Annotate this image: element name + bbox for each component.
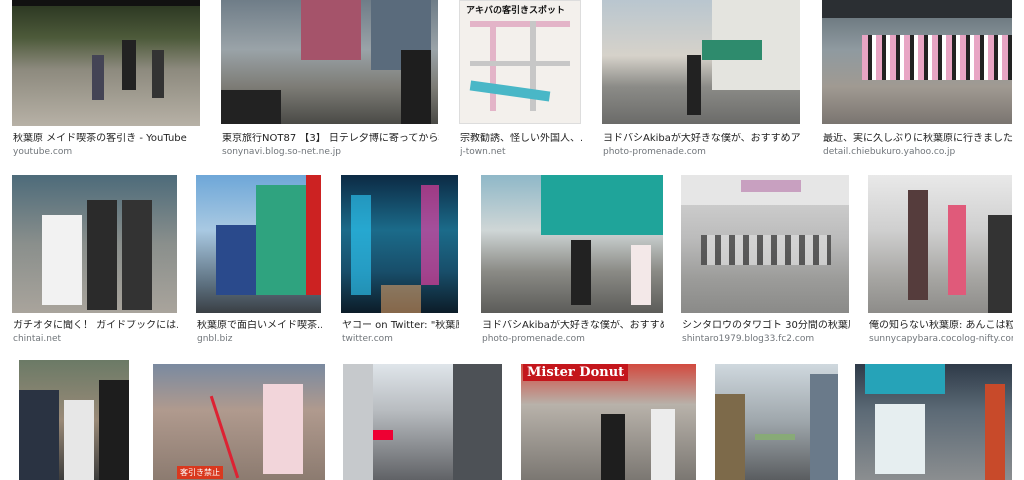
result-caption[interactable]: ガチオタに聞く！ ガイドブックには... (13, 320, 178, 332)
result-tile[interactable]: 最近、実に久しぶりに秋葉原に行きました。仕... detail.chiebuku… (822, 0, 1013, 160)
result-source: shintaro1979.blog33.fc2.com (682, 334, 815, 344)
result-thumbnail[interactable] (681, 175, 849, 313)
result-tile[interactable]: アキバの客引きスポット 宗教勧誘、怪しい外国人、... j-town.net (459, 0, 582, 160)
result-caption[interactable]: 秋葉原で面白いメイド喫茶... (197, 320, 322, 332)
result-thumbnail[interactable]: Mister Donut (521, 364, 696, 480)
result-caption[interactable]: 秋葉原 メイド喫茶の客引き - YouTube (13, 133, 201, 145)
result-tile[interactable]: ヤコー on Twitter: "秋葉原... twitter.com (341, 175, 459, 347)
result-tile[interactable]: Mister Donut (521, 364, 696, 480)
result-source: youtube.com (13, 147, 73, 157)
no-touting-sign: 客引き禁止 (177, 466, 223, 479)
result-thumbnail[interactable] (19, 360, 129, 480)
result-thumbnail[interactable] (12, 175, 177, 313)
result-tile[interactable] (715, 364, 838, 480)
result-tile[interactable] (343, 364, 502, 480)
result-thumbnail[interactable] (822, 0, 1012, 124)
result-tile[interactable] (855, 364, 1012, 480)
result-source: photo-promenade.com (603, 147, 706, 157)
result-thumbnail[interactable] (715, 364, 838, 480)
result-thumbnail[interactable] (855, 364, 1012, 480)
result-tile[interactable]: ヨドバシAkibaが大好きな僕が、おすすめ... photo-promenade… (481, 175, 664, 347)
result-tile[interactable] (19, 360, 129, 480)
result-thumbnail[interactable] (481, 175, 663, 313)
result-tile[interactable]: シンタロウのタワゴト 30分間の秋葉原... shintaro1979.blog… (681, 175, 850, 347)
result-thumbnail[interactable] (343, 364, 502, 480)
result-thumbnail[interactable]: アキバの客引きスポット (459, 0, 581, 124)
result-caption[interactable]: 宗教勧誘、怪しい外国人、... (460, 133, 582, 145)
result-source: sunnycapybara.cocolog-nifty.com (869, 334, 1013, 344)
result-tile[interactable]: 秋葉原 メイド喫茶の客引き - YouTube youtube.com (12, 0, 200, 160)
result-tile[interactable]: ガチオタに聞く！ ガイドブックには... chintai.net (12, 175, 178, 347)
result-caption[interactable]: 東京旅行NOT87 【3】 日テレ夕博に寄ってから秋葉... (222, 133, 439, 145)
result-caption[interactable]: ヤコー on Twitter: "秋葉原... (342, 320, 459, 332)
result-caption[interactable]: ヨドバシAkibaが大好きな僕が、おすすめ... (482, 320, 664, 332)
result-source: gnbl.biz (197, 334, 233, 344)
result-source: j-town.net (460, 147, 506, 157)
result-caption[interactable]: 最近、実に久しぶりに秋葉原に行きました。仕... (823, 133, 1013, 145)
result-thumbnail[interactable] (196, 175, 321, 313)
result-tile[interactable]: 東京旅行NOT87 【3】 日テレ夕博に寄ってから秋葉... sonynavi.… (221, 0, 439, 160)
result-thumbnail[interactable] (12, 0, 200, 126)
result-caption[interactable]: ヨドバシAkibaが大好きな僕が、おすすめアキ... (603, 133, 801, 145)
result-tile[interactable]: 秋葉原で面白いメイド喫茶... gnbl.biz (196, 175, 322, 347)
result-tile[interactable]: ヨドバシAkibaが大好きな僕が、おすすめアキ... photo-promena… (602, 0, 801, 160)
result-source: detail.chiebukuro.yahoo.co.jp (823, 147, 956, 157)
result-tile[interactable]: 客引き禁止 (153, 364, 325, 480)
result-caption[interactable]: シンタロウのタワゴト 30分間の秋葉原... (682, 320, 850, 332)
result-source: sonynavi.blog.so-net.ne.jp (222, 147, 341, 157)
result-thumbnail[interactable]: 客引き禁止 (153, 364, 325, 480)
result-thumbnail[interactable] (221, 0, 438, 124)
result-thumbnail[interactable] (602, 0, 800, 124)
result-caption[interactable]: 俺の知らない秋葉原: あんこは粒... (869, 320, 1013, 332)
map-title: アキバの客引きスポット (466, 6, 566, 16)
mister-donut-sign: Mister Donut (523, 364, 629, 381)
result-thumbnail[interactable] (868, 175, 1012, 313)
result-source: photo-promenade.com (482, 334, 585, 344)
result-source: twitter.com (342, 334, 393, 344)
result-source: chintai.net (13, 334, 62, 344)
result-thumbnail[interactable] (341, 175, 458, 313)
result-tile[interactable]: 俺の知らない秋葉原: あんこは粒... sunnycapybara.cocolo… (868, 175, 1013, 347)
